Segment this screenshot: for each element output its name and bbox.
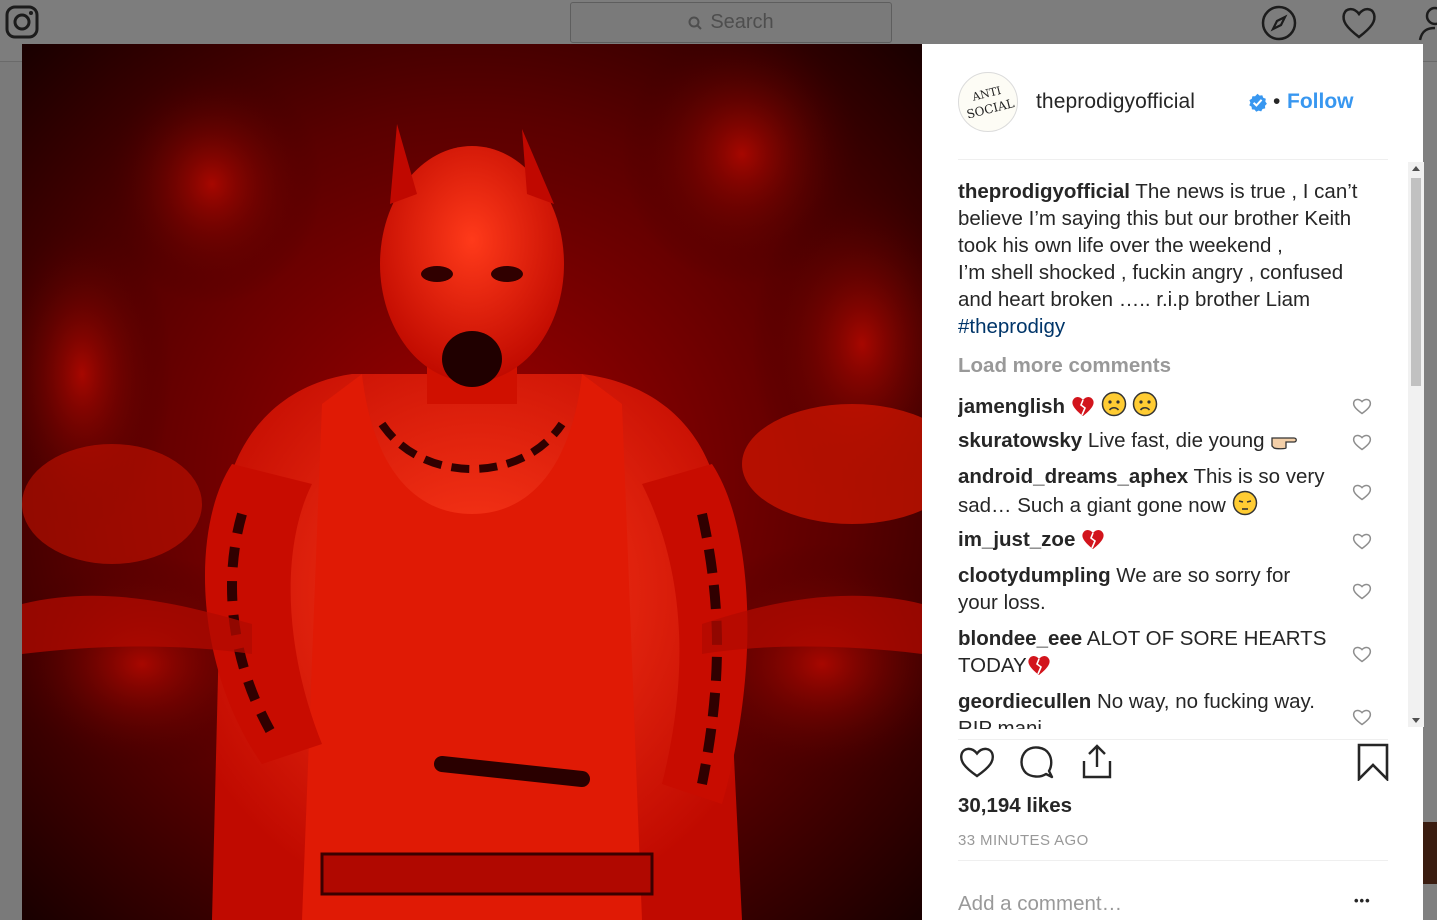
header-separator: • [1273, 90, 1281, 113]
comment-text: This is so very [1188, 465, 1325, 488]
comment-item: clootydumpling We are so sorry for your … [958, 562, 1388, 616]
comment-username[interactable]: jamenglish [958, 395, 1065, 418]
comment-item: blondee_eee ALOT OF SORE HEARTS TODAY [958, 625, 1388, 679]
comment-text: ALOT OF SORE HEARTS [1082, 627, 1327, 650]
add-comment-input[interactable]: Add a comment… [958, 892, 1122, 916]
like-comment-heart-icon[interactable] [1352, 582, 1372, 600]
broken-heart-icon [1072, 397, 1094, 416]
post-timestamp[interactable]: 33 MINUTES AGO [958, 832, 1089, 849]
caption-line-4: I’m shell shocked , fuckin angry , confu… [958, 261, 1344, 284]
like-comment-heart-icon[interactable] [1352, 483, 1372, 501]
like-comment-heart-icon[interactable] [1352, 708, 1372, 726]
like-comment-heart-icon[interactable] [1352, 645, 1372, 663]
scroll-down-arrow-icon[interactable] [1412, 718, 1420, 723]
like-comment-heart-icon[interactable] [1352, 397, 1372, 415]
like-comment-heart-icon[interactable] [1352, 532, 1372, 550]
verified-badge-icon [1249, 93, 1267, 112]
comment-username[interactable]: blondee_eee [958, 627, 1082, 650]
profile-icon[interactable] [1418, 4, 1437, 42]
caption-line-1: The news is true , I can’t [1129, 180, 1358, 203]
search-placeholder: Search [710, 11, 774, 33]
comment-username[interactable]: skuratowsky [958, 429, 1082, 452]
share-icon[interactable] [1078, 743, 1116, 781]
caption-hashtag[interactable]: #theprodigy [958, 315, 1065, 338]
post-image [22, 44, 922, 920]
post-details-panel: ANTI SOCIAL theprodigyofficial • Follow … [922, 44, 1424, 920]
comment-bubble-icon[interactable] [1018, 743, 1056, 781]
like-comment-heart-icon[interactable] [1352, 433, 1372, 451]
comment-item: jamenglish [958, 391, 1388, 420]
compass-icon[interactable] [1260, 4, 1298, 42]
comment-text-cont: RIP mani [958, 717, 1042, 729]
comment-text: No way, no fucking way. [1091, 690, 1315, 713]
search-input[interactable]: Search [570, 2, 892, 43]
broken-heart-icon [1028, 656, 1050, 675]
comment-username[interactable]: geordiecullen [958, 690, 1091, 713]
broken-heart-icon [1082, 530, 1104, 549]
sad-face-icon [1101, 391, 1126, 417]
post-caption: theprodigyofficial The news is true , I … [958, 178, 1378, 340]
pensive-face-icon [1232, 490, 1257, 516]
like-heart-icon[interactable] [958, 743, 996, 781]
post-author-username[interactable]: theprodigyofficial [1036, 90, 1195, 114]
comments-scrollbar[interactable] [1408, 162, 1424, 727]
more-options-icon[interactable]: ••• [1354, 893, 1384, 913]
comment-item: geordiecullen No way, no fucking way. RI… [958, 688, 1388, 729]
caption-line-5: and heart broken ….. r.i.p brother Liam [958, 288, 1311, 311]
comment-item: skuratowsky Live fast, die young [958, 427, 1388, 454]
caption-line-2: believe I’m saying this but our brother … [958, 207, 1352, 230]
comment-username[interactable]: im_just_zoe [958, 528, 1075, 551]
comment-item: android_dreams_aphex This is so very sad… [958, 463, 1388, 519]
instagram-logo-icon[interactable] [5, 5, 39, 39]
scroll-up-arrow-icon[interactable] [1412, 166, 1420, 171]
caption-username[interactable]: theprodigyofficial [958, 180, 1130, 203]
post-actions-bar [958, 739, 1389, 789]
comment-text-cont: sad… Such a giant gone now [958, 494, 1226, 517]
bookmark-icon[interactable] [1354, 743, 1392, 781]
load-more-comments-button[interactable]: Load more comments [958, 352, 1171, 379]
pointing-hand-icon [1271, 437, 1298, 450]
comment-text: We are so sorry for [1110, 564, 1291, 587]
sad-face-icon [1132, 391, 1158, 417]
comment-item: im_just_zoe [958, 526, 1388, 553]
activity-heart-icon[interactable] [1340, 4, 1378, 42]
background-feed-edge [1423, 62, 1437, 920]
avatar[interactable]: ANTI SOCIAL [958, 72, 1018, 132]
follow-button[interactable]: Follow [1287, 90, 1354, 114]
caption-line-3: took his own life over the weekend , [958, 234, 1283, 257]
scrollbar-thumb[interactable] [1411, 178, 1421, 386]
search-icon [688, 16, 703, 30]
comment-text: Live fast, die young [1082, 429, 1265, 452]
likes-count[interactable]: 30,194 likes [958, 794, 1072, 818]
post-header: ANTI SOCIAL theprodigyofficial • Follow [958, 44, 1388, 160]
comment-text-cont: your loss. [958, 591, 1046, 614]
comment-username[interactable]: android_dreams_aphex [958, 465, 1188, 488]
comment-username[interactable]: clootydumpling [958, 564, 1111, 587]
add-comment-bar: Add a comment… ••• [958, 860, 1388, 920]
comment-text-cont: TODAY [958, 654, 1027, 677]
comments-list[interactable]: theprodigyofficial The news is true , I … [958, 176, 1388, 729]
